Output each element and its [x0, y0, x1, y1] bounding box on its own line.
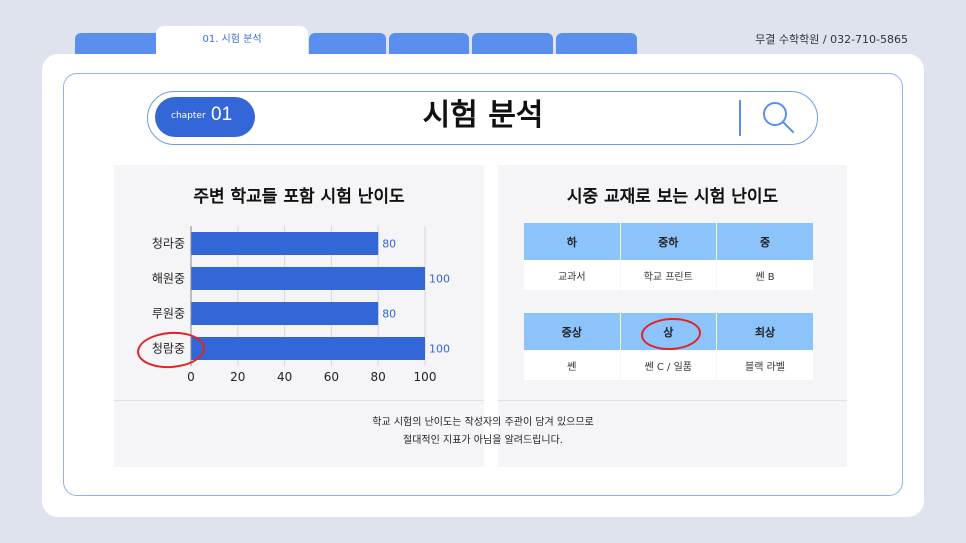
title-divider — [739, 100, 741, 136]
tab-3[interactable] — [309, 33, 386, 55]
search-icon[interactable] — [760, 99, 796, 135]
category-label: 해원중 — [152, 272, 185, 286]
category-label: 루원중 — [152, 307, 185, 321]
disclaimer-line-1: 학교 시험의 난이도는 작성자의 주관이 담겨 있으므로 — [372, 417, 594, 428]
bar — [191, 267, 425, 290]
tick-label: 20 — [230, 370, 245, 384]
table-cell: 교과서 — [523, 260, 620, 290]
data-label: 100 — [429, 273, 450, 286]
table-header-cell: 하 — [523, 223, 620, 260]
data-label: 80 — [382, 308, 396, 321]
tab-6[interactable] — [556, 33, 637, 55]
table-header-cell: 중하 — [619, 223, 717, 260]
tab-2[interactable] — [75, 33, 165, 55]
bar — [191, 232, 379, 255]
table-cell: 블랙 라벨 — [716, 350, 813, 380]
tick-label: 40 — [277, 370, 292, 384]
tick-label: 0 — [187, 370, 195, 384]
tab-4[interactable] — [389, 33, 469, 55]
difficulty-table-lower: 하 중하 중 교과서 학교 프린트 쎈 B — [523, 223, 813, 290]
table-cell: 쎈 B — [716, 260, 813, 290]
tick-label: 60 — [324, 370, 339, 384]
note-divider-left — [114, 400, 484, 401]
table-cell: 쎈 C / 일품 — [619, 350, 717, 380]
table-cell: 쎈 — [523, 350, 620, 380]
table-header-row: 하 중하 중 — [523, 223, 813, 260]
bar — [191, 337, 425, 360]
data-label: 100 — [429, 343, 450, 356]
tick-label: 80 — [371, 370, 386, 384]
table-cell: 학교 프린트 — [619, 260, 717, 290]
tick-label: 100 — [414, 370, 437, 384]
left-panel-title: 주변 학교들 포함 시험 난이도 — [193, 187, 405, 207]
table-header-cell: 중 — [716, 223, 813, 260]
table-header-cell: 최상 — [716, 313, 813, 350]
bar — [191, 302, 379, 325]
disclaimer-note: 학교 시험의 난이도는 작성자의 주관이 담겨 있으므로 절대적인 지표가 아님… — [300, 414, 666, 450]
tab-5[interactable] — [472, 33, 553, 55]
page-title: 시험 분석 — [422, 98, 544, 133]
right-panel-title: 시중 교재로 보는 시험 난이도 — [566, 187, 779, 207]
chapter-label: chapter — [171, 111, 206, 121]
academy-contact: 무결 수학학원 / 032-710-5865 — [755, 33, 908, 46]
tab-exam-analysis[interactable]: 01. 시험 분석 — [156, 26, 308, 56]
category-label: 청라중 — [152, 237, 185, 251]
disclaimer-line-2: 절대적인 지표가 아님을 알려드립니다. — [403, 435, 563, 446]
chapter-badge: chapter 01 — [155, 97, 255, 137]
chapter-number: 01 — [211, 104, 233, 125]
table-row: 쎈 쎈 C / 일품 블랙 라벨 — [523, 350, 813, 380]
table-header-cell: 중상 — [523, 313, 620, 350]
note-divider-right — [498, 400, 847, 401]
table-row: 교과서 학교 프린트 쎈 B — [523, 260, 813, 290]
data-label: 80 — [382, 238, 396, 251]
